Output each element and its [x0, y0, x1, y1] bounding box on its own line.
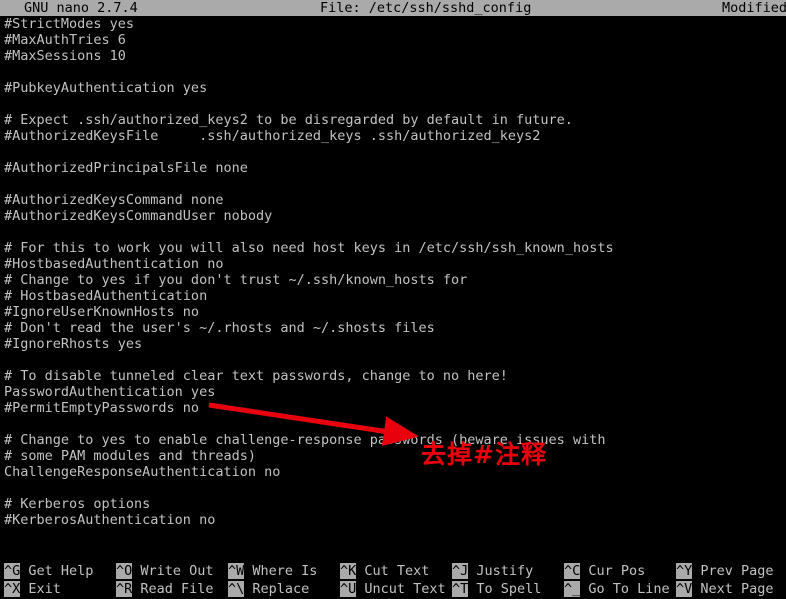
- shortcut-key: ^V: [676, 581, 693, 597]
- editor-line: #AuthorizedPrincipalsFile none: [4, 160, 248, 176]
- editor-line: # For this to work you will also need ho…: [4, 240, 614, 256]
- editor-line: #AuthorizedKeysFile .ssh/authorized_keys…: [4, 128, 541, 144]
- editor-line: # Change to yes if you don't trust ~/.ss…: [4, 272, 468, 288]
- shortcut-item[interactable]: ^V Next Page: [676, 581, 774, 597]
- editor-line: #MaxSessions 10: [4, 48, 126, 64]
- editor-text-area[interactable]: #StrictModes yes #MaxAuthTries 6 #MaxSessi…: [0, 16, 786, 550]
- shortcut-item[interactable]: ^K Cut Text: [340, 563, 429, 579]
- shortcut-item[interactable]: ^J Justify: [452, 563, 533, 579]
- shortcut-key: ^_: [564, 581, 581, 597]
- shortcut-label: To Spell: [468, 581, 542, 597]
- editor-line: # HostbasedAuthentication: [4, 288, 208, 304]
- shortcut-item[interactable]: ^T To Spell: [452, 581, 541, 597]
- shortcut-label: Cur Pos: [580, 563, 646, 579]
- editor-line: #AuthorizedKeysCommand none: [4, 192, 224, 208]
- shortcut-label: Prev Page: [692, 563, 774, 579]
- shortcut-label: Uncut Text: [356, 581, 446, 597]
- shortcut-label: Go To Line: [580, 581, 670, 597]
- editor-line: # some PAM modules and threads): [4, 448, 256, 464]
- editor-line: # Don't read the user's ~/.rhosts and ~/…: [4, 320, 435, 336]
- shortcut-item[interactable]: ^R Read File: [116, 581, 214, 597]
- shortcut-item[interactable]: ^Y Prev Page: [676, 563, 774, 579]
- shortcut-key: ^G: [4, 563, 21, 579]
- shortcut-item[interactable]: ^U Uncut Text: [340, 581, 446, 597]
- editor-line: ChallengeResponseAuthentication no: [4, 464, 281, 480]
- shortcut-label: Exit: [20, 581, 61, 597]
- shortcut-label: Justify: [468, 563, 534, 579]
- shortcut-label: Get Help: [20, 563, 94, 579]
- titlebar-app-name: GNU nano 2.7.4: [24, 0, 138, 16]
- annotation-label: 去掉#注释: [421, 440, 547, 469]
- shortcut-key: ^W: [228, 563, 245, 579]
- shortcut-key: ^\: [228, 581, 245, 597]
- shortcut-item[interactable]: ^_ Go To Line: [564, 581, 670, 597]
- editor-line: #StrictModes yes: [4, 16, 135, 32]
- shortcut-label: Read File: [132, 581, 214, 597]
- shortcut-item[interactable]: ^\ Replace: [228, 581, 309, 597]
- shortcut-label: Where Is: [244, 563, 318, 579]
- editor-line: #AuthorizedKeysCommandUser nobody: [4, 208, 273, 224]
- shortcut-item[interactable]: ^W Where Is: [228, 563, 317, 579]
- editor-line: #IgnoreRhosts yes: [4, 336, 143, 352]
- editor-line: #MaxAuthTries 6: [4, 32, 126, 48]
- shortcut-item[interactable]: ^C Cur Pos: [564, 563, 645, 579]
- shortcut-key: ^C: [564, 563, 581, 579]
- shortcut-key: ^T: [452, 581, 469, 597]
- editor-line: # To disable tunneled clear text passwor…: [4, 368, 508, 384]
- editor-line: #PubkeyAuthentication yes: [4, 80, 208, 96]
- shortcut-item[interactable]: ^G Get Help: [4, 563, 93, 579]
- shortcut-key: ^J: [452, 563, 469, 579]
- editor-line: #KerberosAuthentication no: [4, 512, 216, 528]
- nano-terminal-window: GNU nano 2.7.4 File: /etc/ssh/sshd_confi…: [0, 0, 786, 599]
- titlebar: GNU nano 2.7.4 File: /etc/ssh/sshd_confi…: [0, 0, 786, 16]
- shortcut-key: ^O: [116, 563, 133, 579]
- editor-line: # Expect .ssh/authorized_keys2 to be dis…: [4, 112, 573, 128]
- editor-line: # Kerberos options: [4, 496, 151, 512]
- editor-line: #IgnoreUserKnownHosts no: [4, 304, 200, 320]
- shortcut-label: Replace: [244, 581, 310, 597]
- shortcut-help-bar: ^G Get Help ^X Exit ^O Write Out ^R Read Fi…: [0, 563, 786, 599]
- shortcut-key: ^R: [116, 581, 133, 597]
- editor-line: PasswordAuthentication yes: [4, 384, 216, 400]
- shortcut-item[interactable]: ^X Exit: [4, 581, 61, 597]
- shortcut-key: ^K: [340, 563, 357, 579]
- shortcut-label: Cut Text: [356, 563, 430, 579]
- titlebar-modified-flag: Modified: [722, 0, 786, 16]
- shortcut-label: Write Out: [132, 563, 214, 579]
- editor-line: #HostbasedAuthentication no: [4, 256, 224, 272]
- shortcut-key: ^U: [340, 581, 357, 597]
- shortcut-key: ^X: [4, 581, 21, 597]
- shortcut-label: Next Page: [692, 581, 774, 597]
- shortcut-key: ^Y: [676, 563, 693, 579]
- titlebar-filename: File: /etc/ssh/sshd_config: [320, 0, 532, 16]
- editor-line: #PermitEmptyPasswords no: [4, 400, 200, 416]
- shortcut-item[interactable]: ^O Write Out: [116, 563, 214, 579]
